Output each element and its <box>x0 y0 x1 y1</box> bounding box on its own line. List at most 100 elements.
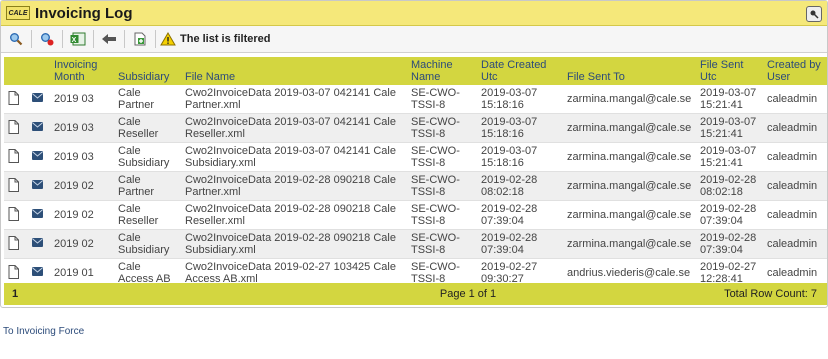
document-icon[interactable] <box>8 206 19 221</box>
cell-file-sent: 2019-02-28 08:02:18 <box>696 171 763 201</box>
export-excel-button[interactable]: X <box>67 29 89 49</box>
table-footer: 1 Page 1 of 1 Total Row Count: 7 <box>4 283 827 305</box>
document-icon[interactable] <box>8 264 19 279</box>
cell-machine-name: SE-CWO-TSSI-8 <box>407 113 477 143</box>
cell-created-by-user: caleadmin <box>763 142 827 172</box>
cell-file-sent: 2019-02-28 07:39:04 <box>696 200 763 230</box>
cell-file-name: Cwo2InvoiceData 2019-03-07 042141 Cale R… <box>181 113 407 143</box>
add-document-icon <box>134 32 146 46</box>
cell-file-sent: 2019-02-28 07:39:04 <box>696 229 763 259</box>
toolbar-separator <box>31 30 32 48</box>
cell-file-sent: 2019-03-07 15:21:41 <box>696 113 763 143</box>
header-subsidiary[interactable]: Subsidiary <box>114 57 181 85</box>
cell-machine-name: SE-CWO-TSSI-8 <box>407 229 477 259</box>
warning-icon <box>160 32 176 46</box>
title-bar: CALE Invoicing Log <box>1 1 827 26</box>
table-row[interactable]: 2019 03 Cale Subsidiary Cwo2InvoiceData 20… <box>4 142 827 172</box>
cell-date-created: 2019-03-07 15:18:16 <box>477 142 563 172</box>
svg-text:X: X <box>72 37 77 44</box>
header-date-created[interactable]: Date Created Utc <box>477 57 563 85</box>
cell-subsidiary: Cale Subsidiary <box>114 142 181 172</box>
cell-invoicing-month: 2019 02 <box>50 229 114 259</box>
cell-invoicing-month: 2019 02 <box>50 171 114 201</box>
table-row[interactable]: 2019 02 Cale Reseller Cwo2InvoiceData 2019… <box>4 200 827 230</box>
cell-created-by-user: caleadmin <box>763 113 827 143</box>
header-icon-col-2 <box>28 57 50 85</box>
document-icon[interactable] <box>8 119 19 134</box>
cell-file-name: Cwo2InvoiceData 2019-02-28 090218 Cale R… <box>181 200 407 230</box>
search-button[interactable] <box>5 29 27 49</box>
toolbar-separator <box>93 30 94 48</box>
cell-subsidiary: Cale Reseller <box>114 113 181 143</box>
email-cell[interactable] <box>28 113 50 143</box>
email-cell[interactable] <box>28 229 50 259</box>
cell-date-created: 2019-02-28 08:02:18 <box>477 171 563 201</box>
cell-machine-name: SE-CWO-TSSI-8 <box>407 171 477 201</box>
table-row[interactable]: 2019 03 Cale Partner Cwo2InvoiceData 2019-… <box>4 85 827 114</box>
header-icon-col-1 <box>4 57 28 85</box>
table-row[interactable]: 2019 02 Cale Subsidiary Cwo2InvoiceData 20… <box>4 229 827 259</box>
pager-current-page[interactable]: 1 <box>4 288 212 300</box>
header-created-by-user[interactable]: Created by User <box>763 57 827 85</box>
document-cell[interactable] <box>4 171 28 201</box>
cell-created-by-user: caleadmin <box>763 85 827 114</box>
cell-file-sent-to: zarmina.mangal@cale.se <box>563 85 696 114</box>
envelope-icon[interactable] <box>32 267 43 276</box>
page-info: Page 1 of 1 <box>439 288 497 300</box>
header-file-sent[interactable]: File Sent Utc <box>696 57 763 85</box>
invoicing-log-table: Invoicing Month Subsidiary File Name Mac… <box>4 57 827 288</box>
toolbar-separator <box>155 30 156 48</box>
table-header-row: Invoicing Month Subsidiary File Name Mac… <box>4 57 827 85</box>
document-cell[interactable] <box>4 113 28 143</box>
add-button[interactable] <box>129 29 151 49</box>
email-cell[interactable] <box>28 200 50 230</box>
envelope-icon[interactable] <box>32 238 43 247</box>
pin-icon[interactable] <box>806 6 822 22</box>
cell-invoicing-month: 2019 03 <box>50 85 114 114</box>
document-icon[interactable] <box>8 235 19 250</box>
envelope-icon[interactable] <box>32 93 43 102</box>
document-cell[interactable] <box>4 85 28 114</box>
header-file-sent-to[interactable]: File Sent To <box>563 57 696 85</box>
cell-file-sent-to: zarmina.mangal@cale.se <box>563 171 696 201</box>
document-icon[interactable] <box>8 148 19 163</box>
cell-file-name: Cwo2InvoiceData 2019-03-07 042141 Cale P… <box>181 85 407 114</box>
envelope-icon[interactable] <box>32 151 43 160</box>
document-cell[interactable] <box>4 200 28 230</box>
document-icon[interactable] <box>8 177 19 192</box>
table-row[interactable]: 2019 03 Cale Reseller Cwo2InvoiceData 2019… <box>4 113 827 143</box>
document-cell[interactable] <box>4 142 28 172</box>
toolbar-separator <box>62 30 63 48</box>
cell-subsidiary: Cale Partner <box>114 171 181 201</box>
cell-machine-name: SE-CWO-TSSI-8 <box>407 200 477 230</box>
clear-search-icon <box>41 33 54 46</box>
cell-subsidiary: Cale Reseller <box>114 200 181 230</box>
cell-file-name: Cwo2InvoiceData 2019-02-28 090218 Cale P… <box>181 171 407 201</box>
email-cell[interactable] <box>28 171 50 201</box>
cell-date-created: 2019-02-28 07:39:04 <box>477 229 563 259</box>
document-icon[interactable] <box>8 90 19 105</box>
envelope-icon[interactable] <box>32 122 43 131</box>
cell-created-by-user: caleadmin <box>763 171 827 201</box>
envelope-icon[interactable] <box>32 180 43 189</box>
header-machine-name[interactable]: Machine Name <box>407 57 477 85</box>
cell-invoicing-month: 2019 03 <box>50 142 114 172</box>
toolbar-separator <box>124 30 125 48</box>
clear-filter-button[interactable] <box>36 29 58 49</box>
table-row[interactable]: 2019 02 Cale Partner Cwo2InvoiceData 2019-… <box>4 171 827 201</box>
cell-subsidiary: Cale Partner <box>114 85 181 114</box>
email-cell[interactable] <box>28 85 50 114</box>
search-icon <box>10 33 23 46</box>
document-cell[interactable] <box>4 229 28 259</box>
to-invoicing-force-link[interactable]: To Invoicing Force <box>3 326 84 337</box>
envelope-icon[interactable] <box>32 209 43 218</box>
header-invoicing-month[interactable]: Invoicing Month <box>50 57 114 85</box>
email-cell[interactable] <box>28 142 50 172</box>
navigate-button[interactable] <box>98 29 120 49</box>
header-file-name[interactable]: File Name <box>181 57 407 85</box>
arrow-icon <box>102 34 116 44</box>
filter-status: The list is filtered <box>180 33 271 45</box>
cell-created-by-user: caleadmin <box>763 229 827 259</box>
cell-created-by-user: caleadmin <box>763 200 827 230</box>
cell-invoicing-month: 2019 02 <box>50 200 114 230</box>
